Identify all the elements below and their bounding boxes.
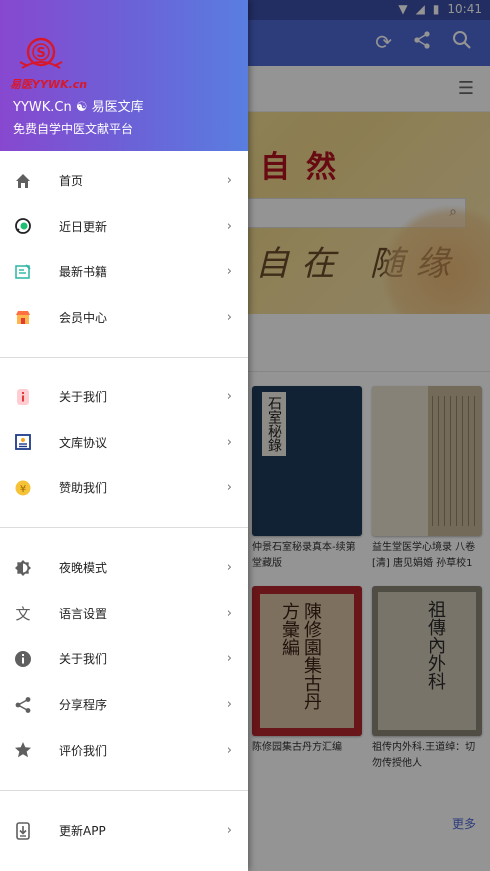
chevron-right-icon: ›	[226, 742, 232, 758]
chevron-right-icon: ›	[226, 480, 232, 496]
menu-item-night-mode[interactable]: 夜晚模式 ›	[0, 545, 248, 591]
chevron-right-icon: ›	[226, 218, 232, 234]
download-icon	[14, 821, 32, 840]
menu-item-recent-updates[interactable]: 近日更新 ›	[0, 204, 248, 250]
translate-icon: 文	[15, 604, 31, 623]
menu-group-main: 首页 › 近日更新 › 最新书籍 › 会员中心 ›	[0, 158, 248, 340]
share-icon	[14, 696, 32, 714]
chevron-right-icon: ›	[226, 823, 232, 839]
menu-item-member-center[interactable]: 会员中心 ›	[0, 295, 248, 341]
chat-icon	[14, 217, 32, 235]
chevron-right-icon: ›	[226, 173, 232, 189]
menu-item-sponsor-us[interactable]: ¥ 赞助我们 ›	[0, 465, 248, 511]
menu-label: 关于我们	[59, 652, 108, 667]
menu-item-language-settings[interactable]: 文 语言设置 ›	[0, 591, 248, 637]
menu-group-settings: 夜晚模式 › 文 语言设置 › 关于我们 › 分享程序 › 评价我们 ›	[0, 545, 248, 773]
info-icon	[14, 388, 32, 406]
menu-label: 语言设置	[59, 606, 108, 621]
home-icon	[14, 172, 32, 190]
logo-text: 易医YYWK.cn	[10, 78, 88, 91]
chevron-right-icon: ›	[226, 651, 232, 667]
drawer-header: S 易医YYWK.cn YYWK.Cn ☯ 易医文库 免费自学中医文献平台	[0, 0, 248, 151]
menu-divider	[0, 790, 248, 791]
drawer-subtitle: 免费自学中医文献平台	[13, 122, 134, 136]
chevron-right-icon: ›	[226, 560, 232, 576]
menu-label: 最新书籍	[59, 265, 108, 280]
info-circle-icon	[14, 650, 32, 668]
menu-label: 更新APP	[59, 824, 106, 839]
chevron-right-icon: ›	[226, 697, 232, 713]
menu-item-about-us-2[interactable]: 关于我们 ›	[0, 636, 248, 682]
menu-label: 会员中心	[59, 311, 108, 326]
night-mode-icon	[14, 559, 32, 577]
coin-icon: ¥	[14, 479, 32, 497]
menu-label: 文库协议	[59, 435, 108, 450]
menu-label: 分享程序	[59, 698, 108, 713]
chevron-right-icon: ›	[226, 605, 232, 621]
menu-item-share-app[interactable]: 分享程序 ›	[0, 682, 248, 728]
menu-label: 赞助我们	[59, 481, 108, 496]
menu-item-new-books[interactable]: 最新书籍 ›	[0, 249, 248, 295]
menu-group-update: 更新APP ›	[0, 808, 248, 854]
svg-text:¥: ¥	[20, 484, 26, 495]
menu-label: 首页	[59, 174, 84, 189]
menu-divider	[0, 357, 248, 358]
agreement-icon	[14, 433, 32, 451]
chevron-right-icon: ›	[226, 389, 232, 405]
shop-icon	[14, 309, 32, 327]
svg-text:S: S	[36, 46, 45, 61]
edit-book-icon	[14, 263, 32, 281]
menu-item-update-app[interactable]: 更新APP ›	[0, 808, 248, 854]
menu-item-library-agreement[interactable]: 文库协议 ›	[0, 420, 248, 466]
chevron-right-icon: ›	[226, 310, 232, 326]
menu-label: 评价我们	[59, 743, 108, 758]
menu-item-about-us[interactable]: 关于我们 ›	[0, 374, 248, 420]
menu-label: 近日更新	[59, 219, 108, 234]
navigation-drawer: S 易医YYWK.cn YYWK.Cn ☯ 易医文库 免费自学中医文献平台 首页…	[0, 0, 248, 871]
chevron-right-icon: ›	[226, 434, 232, 450]
chevron-right-icon: ›	[226, 264, 232, 280]
menu-group-about: 关于我们 › 文库协议 › ¥ 赞助我们 ›	[0, 374, 248, 511]
menu-item-home[interactable]: 首页 ›	[0, 158, 248, 204]
menu-label: 夜晚模式	[59, 561, 108, 576]
menu-divider	[0, 527, 248, 528]
star-icon	[14, 741, 32, 759]
menu-label: 关于我们	[59, 390, 108, 405]
drawer-title: YYWK.Cn ☯ 易医文库	[13, 100, 144, 115]
menu-item-rate-us[interactable]: 评价我们 ›	[0, 727, 248, 773]
